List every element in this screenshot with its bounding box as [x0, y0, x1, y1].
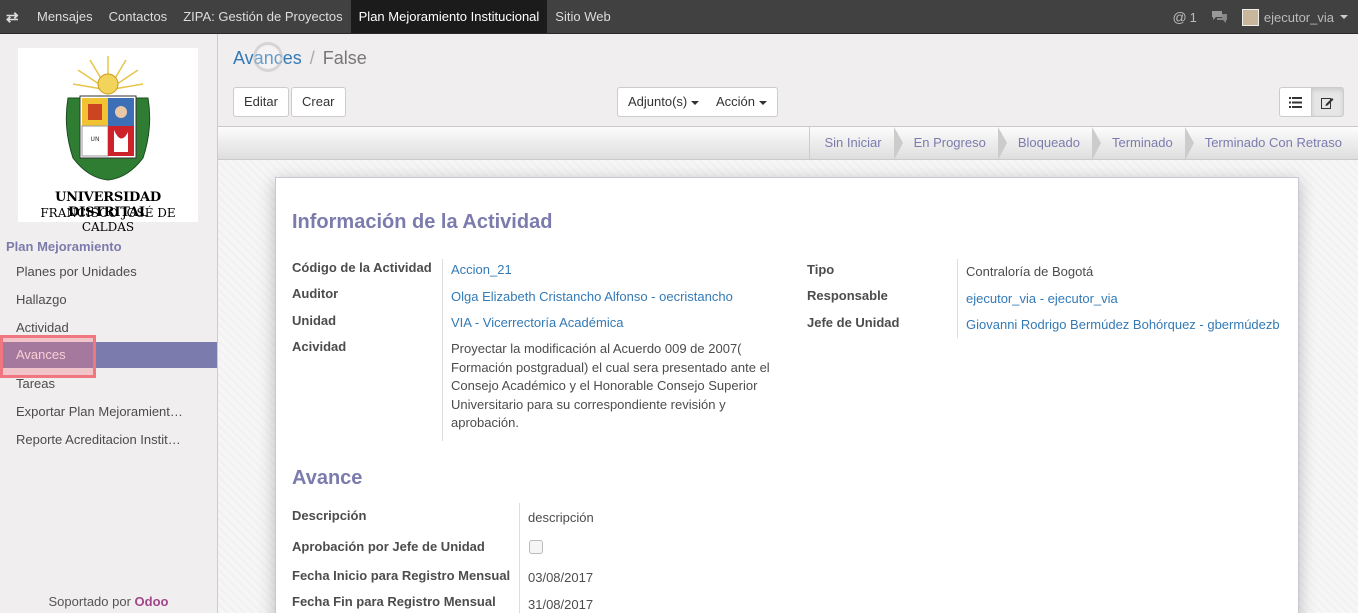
svg-text:UN: UN [91, 136, 100, 143]
user-menu[interactable]: ejecutor_via [1241, 8, 1348, 26]
value-jefe-unidad[interactable]: Giovanni Rodrigo Bermúdez Bohórquez - gb… [966, 317, 1280, 332]
list-icon [1289, 96, 1302, 108]
app-switcher-icon[interactable]: ⇄ [6, 8, 19, 26]
value-descripcion: descripción [528, 510, 594, 525]
value-responsable[interactable]: ejecutor_via - ejecutor_via [966, 291, 1118, 306]
at-icon: @ [1172, 9, 1187, 25]
label-codigo: Código de la Actividad [292, 260, 432, 275]
stage-pipeline: Sin Iniciar En Progreso Bloqueado Termin… [809, 127, 1358, 160]
user-name: ejecutor_via [1263, 9, 1334, 25]
label-descripcion: Descripción [292, 508, 367, 523]
action-dropdown[interactable]: Acción [706, 87, 779, 117]
sidebar-item-tareas[interactable]: Tareas [0, 371, 217, 397]
menu-zipa[interactable]: ZIPA: Gestión de Proyectos [175, 0, 350, 33]
value-auditor[interactable]: Olga Elizabeth Cristancho Alfonso - oecr… [451, 289, 733, 304]
logo-line-2: FRANCISCO JOSÉ DE CALDAS [40, 206, 176, 234]
breadcrumb-separator: / [309, 48, 315, 68]
edit-button[interactable]: Editar [233, 87, 289, 117]
powered-by-label: Soportado por [48, 594, 131, 609]
status-bar: Sin Iniciar En Progreso Bloqueado Termin… [218, 127, 1358, 160]
label-jefe-unidad: Jefe de Unidad [807, 315, 900, 330]
attachments-label: Adjunto(s) [628, 94, 688, 109]
top-right: @ 1 ejecutor_via [1172, 0, 1358, 34]
action-label: Acción [716, 94, 756, 109]
stage-sin-iniciar[interactable]: Sin Iniciar [809, 127, 903, 160]
aprobacion-checkbox[interactable] [529, 540, 543, 554]
menu-plan-mejoramiento[interactable]: Plan Mejoramiento Institucional [350, 0, 548, 33]
menu-contactos[interactable]: Contactos [101, 0, 176, 33]
menu-mensajes[interactable]: Mensajes [29, 0, 101, 33]
field-divider [442, 259, 443, 441]
section-title-avance: Avance [292, 467, 363, 489]
edit-icon [1321, 97, 1334, 109]
top-navbar: ⇄ Mensajes Contactos ZIPA: Gestión de Pr… [0, 0, 1358, 34]
label-aprobacion: Aprobación por Jefe de Unidad [292, 539, 485, 554]
chevron-down-icon [759, 100, 768, 105]
sidebar-item-planes[interactable]: Planes por Unidades [0, 259, 217, 285]
chevron-down-icon [691, 100, 700, 105]
odoo-link[interactable]: Odoo [135, 594, 169, 609]
sidebar-item-hallazgo[interactable]: Hallazgo [0, 287, 217, 313]
label-fecha-fin: Fecha Fin para Registro Mensual [292, 594, 496, 609]
chevron-down-icon [1340, 15, 1348, 19]
value-codigo[interactable]: Accion_21 [451, 262, 512, 277]
sidebar-section-header: Plan Mejoramiento [6, 239, 122, 254]
sidebar: UN UNIVERSIDAD DISTRITAL FRANCISCO JOSÉ … [0, 34, 218, 613]
list-view-button[interactable] [1279, 87, 1312, 117]
avatar [1241, 8, 1259, 26]
notification-count: 1 [1189, 9, 1197, 25]
value-tipo: Contraloría de Bogotá [966, 264, 1094, 279]
create-button[interactable]: Crear [291, 87, 346, 117]
label-unidad: Unidad [292, 313, 337, 328]
field-divider [519, 503, 520, 613]
loading-spinner-icon [253, 42, 283, 72]
field-divider [957, 259, 958, 338]
stage-terminado[interactable]: Terminado [1092, 127, 1194, 160]
label-acividad: Acividad [292, 339, 347, 354]
value-unidad[interactable]: VIA - Vicerrectoría Académica [451, 315, 623, 330]
label-responsable: Responsable [807, 288, 888, 303]
section-title-info: Información de la Actividad [292, 211, 553, 233]
coat-of-arms-icon: UN [65, 56, 151, 181]
chat-icon[interactable] [1211, 10, 1228, 24]
label-auditor: Auditor [292, 286, 339, 301]
attachments-dropdown[interactable]: Adjunto(s) [617, 87, 711, 117]
breadcrumb-current: False [322, 48, 367, 68]
powered-by: Soportado por Odoo [0, 594, 217, 609]
form-view-button[interactable] [1311, 87, 1344, 117]
university-logo[interactable]: UN UNIVERSIDAD DISTRITAL FRANCISCO JOSÉ … [18, 48, 198, 234]
stage-en-progreso[interactable]: En Progreso [894, 127, 1008, 160]
notifications[interactable]: @ 1 [1172, 9, 1196, 25]
sidebar-item-exportar[interactable]: Exportar Plan Mejoramient… [0, 399, 217, 425]
main-content: Avances / False Editar Crear Adjunto(s) Ac… [218, 34, 1358, 613]
stage-terminado-con-retraso[interactable]: Terminado Con Retraso [1185, 127, 1358, 160]
top-menu: Mensajes Contactos ZIPA: Gestión de Proy… [29, 0, 619, 34]
label-fecha-inicio: Fecha Inicio para Registro Mensual [292, 568, 511, 583]
menu-sitio-web[interactable]: Sitio Web [547, 0, 618, 33]
form-sheet: Información de la Actividad Código de la… [275, 177, 1299, 613]
control-panel: Avances / False Editar Crear Adjunto(s) Ac… [218, 34, 1358, 127]
label-tipo: Tipo [807, 262, 835, 277]
value-acividad: Proyectar la modificación al Acuerdo 009… [451, 341, 770, 430]
value-fecha-fin: 31/08/2017 [528, 597, 594, 612]
sidebar-item-reporte[interactable]: Reporte Acreditacion Instit… [0, 427, 217, 453]
value-fecha-inicio: 03/08/2017 [528, 570, 594, 585]
stage-bloqueado[interactable]: Bloqueado [998, 127, 1102, 160]
